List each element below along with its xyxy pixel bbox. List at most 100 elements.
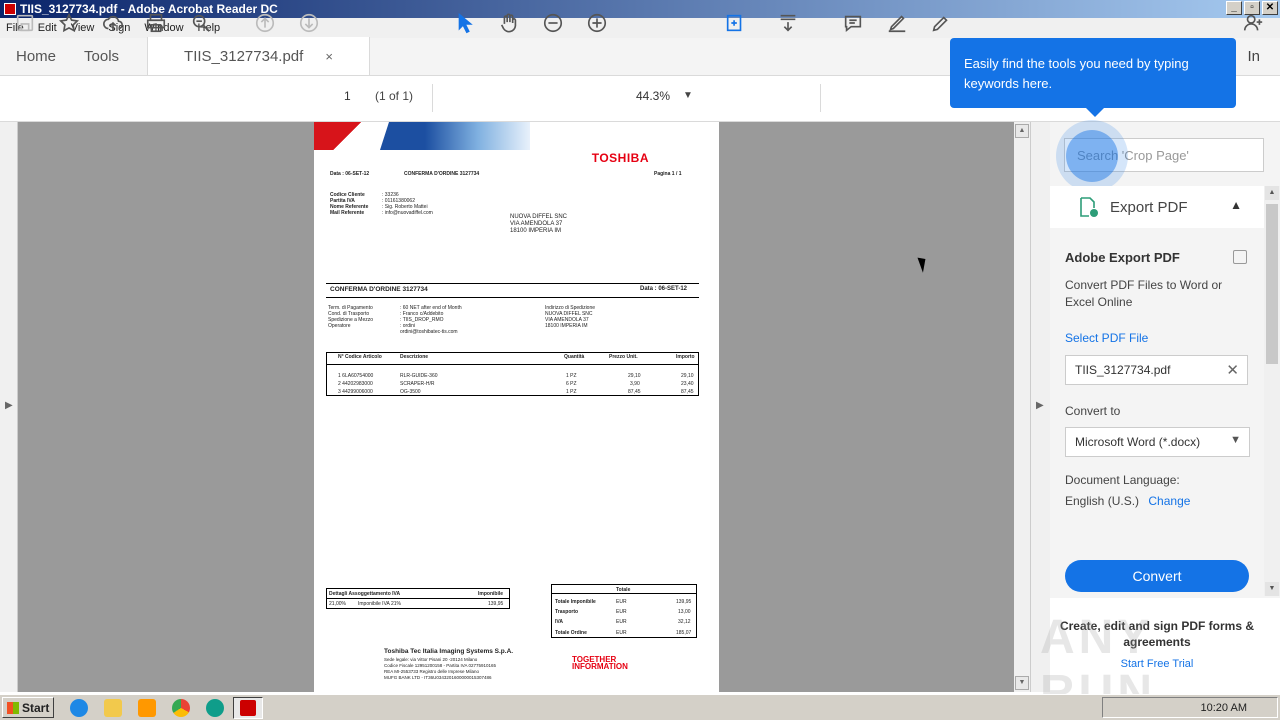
language-value: English (U.S.) bbox=[1065, 494, 1140, 508]
scroll-mode-icon[interactable] bbox=[775, 10, 801, 36]
table-cell: 3,90 bbox=[630, 381, 640, 387]
hand-tool-icon[interactable] bbox=[496, 10, 522, 36]
pdf-page: TOSHIBA Data : 06-SET-12 CONFERMA D'ORDI… bbox=[314, 122, 719, 692]
iva-cell: Imponibile IVA 21% bbox=[358, 601, 401, 607]
explorer-folder-icon[interactable] bbox=[104, 699, 122, 717]
export-description: Convert PDF Files to Word or Excel Onlin… bbox=[1065, 278, 1223, 309]
table-cell: 6 PZ bbox=[566, 381, 577, 387]
totals-cur: EUR bbox=[616, 619, 627, 625]
table-cell: 87,45 bbox=[681, 389, 694, 395]
add-user-icon[interactable] bbox=[1240, 10, 1266, 36]
select-pointer-icon[interactable] bbox=[452, 10, 478, 36]
table-cell: OG-3500 bbox=[400, 389, 421, 395]
rule bbox=[551, 593, 697, 594]
copy-icon[interactable] bbox=[1233, 250, 1247, 264]
media-player-icon[interactable] bbox=[138, 699, 156, 717]
convert-format-select[interactable]: Microsoft Word (*.docx) ▼ bbox=[1065, 427, 1250, 457]
sign-in-link[interactable]: In bbox=[1247, 48, 1260, 65]
rule bbox=[326, 297, 699, 298]
taskbar: Start 10:20 AM bbox=[0, 694, 1280, 720]
toolbar-divider bbox=[432, 84, 433, 112]
totals-value: 139,95 bbox=[676, 599, 692, 605]
page-number-input[interactable]: 1 bbox=[344, 89, 351, 103]
clear-file-icon[interactable]: ✕ bbox=[1226, 361, 1239, 379]
scroll-up-arrow[interactable]: ▲ bbox=[1015, 124, 1029, 138]
upload-cloud-icon[interactable] bbox=[100, 10, 126, 36]
collapse-right-icon[interactable]: ▶ bbox=[1036, 400, 1044, 411]
doc-page-top: Pagina 1 / 1 bbox=[654, 171, 682, 177]
change-language-link[interactable]: Change bbox=[1148, 494, 1190, 508]
document-scrollbar[interactable]: ▲ ▼ bbox=[1014, 122, 1030, 692]
doc-heading-date: Data : 06-SET-12 bbox=[640, 286, 688, 292]
client-value: : info@nuovadiffel.com bbox=[382, 210, 433, 216]
items-table bbox=[326, 352, 699, 396]
edge-icon[interactable] bbox=[206, 699, 224, 717]
menu-edit[interactable]: Edit bbox=[38, 22, 57, 34]
left-panel-toggle[interactable]: ▶ bbox=[0, 122, 18, 692]
totals-value: 13,00 bbox=[678, 609, 691, 615]
save-icon[interactable] bbox=[12, 10, 38, 36]
footer-line: REA MI-2553733 Registro delle Imprese Mi… bbox=[384, 669, 480, 674]
ie-icon[interactable] bbox=[70, 699, 88, 717]
print-icon[interactable] bbox=[143, 10, 169, 36]
scroll-down-arrow[interactable]: ▼ bbox=[1015, 676, 1029, 690]
chrome-icon[interactable] bbox=[172, 699, 190, 717]
terms-value: ordini@toshibatec-tis.com bbox=[400, 329, 458, 335]
zoom-out-icon[interactable] bbox=[540, 10, 566, 36]
doc-heading: CONFERMA D'ORDINE 3127734 bbox=[330, 286, 428, 293]
export-pdf-icon bbox=[1080, 197, 1098, 217]
panel-scrollbar[interactable]: ▲ ▼ bbox=[1264, 186, 1280, 596]
convert-button[interactable]: Convert bbox=[1065, 560, 1249, 592]
next-page-icon[interactable] bbox=[296, 10, 322, 36]
address-line: VIA AMENDOLA 37 bbox=[510, 221, 563, 227]
previous-page-icon[interactable] bbox=[252, 10, 278, 36]
tab-close-icon[interactable]: × bbox=[325, 49, 333, 64]
ship-line: 18100 IMPERIA IM bbox=[545, 323, 588, 329]
fit-page-icon[interactable] bbox=[722, 10, 748, 36]
tab-tools[interactable]: Tools bbox=[72, 37, 147, 75]
table-header: Importo bbox=[676, 354, 695, 360]
expand-left-icon[interactable]: ▶ bbox=[5, 400, 13, 411]
totals-cur: EUR bbox=[616, 630, 627, 636]
zoom-in-icon[interactable] bbox=[584, 10, 610, 36]
doc-date-top: Data : 06-SET-12 bbox=[330, 171, 370, 177]
client-label: Mail Referente bbox=[330, 210, 365, 216]
footer-line: Sede legale: via Vittor Pisani 20 -20124… bbox=[384, 657, 478, 662]
tab-document-label: TIIS_3127734.pdf bbox=[184, 47, 304, 65]
search-zoom-icon[interactable] bbox=[188, 10, 214, 36]
tab-document[interactable]: TIIS_3127734.pdf × bbox=[147, 37, 370, 75]
rule bbox=[326, 283, 699, 284]
export-pdf-label: Export PDF bbox=[1110, 198, 1188, 216]
chevron-down-icon: ▼ bbox=[1230, 434, 1241, 446]
convert-format-value: Microsoft Word (*.docx) bbox=[1075, 435, 1201, 449]
page-count: (1 of 1) bbox=[375, 89, 414, 103]
collapse-chevron-icon[interactable]: ▲ bbox=[1230, 198, 1242, 212]
table-header: Quantità bbox=[564, 354, 585, 360]
system-tray: 10:20 AM bbox=[1102, 697, 1278, 718]
zoom-level-select[interactable]: 44.3% bbox=[636, 89, 670, 103]
table-header: N° Codice Articolo bbox=[338, 354, 382, 360]
selected-file-field[interactable]: TIIS_3127734.pdf ✕ bbox=[1065, 355, 1248, 385]
table-header: Descrizione bbox=[400, 354, 429, 360]
tab-home[interactable]: Home bbox=[0, 37, 72, 75]
totals-value: 32,12 bbox=[678, 619, 691, 625]
right-panel-toggle[interactable]: ▶ bbox=[1030, 122, 1050, 692]
windows-flag-icon bbox=[7, 701, 19, 714]
acrobat-taskbar-button[interactable] bbox=[233, 697, 263, 719]
panel-scroll-down[interactable]: ▼ bbox=[1265, 582, 1279, 596]
start-button[interactable]: Start bbox=[2, 697, 54, 718]
zoom-dropdown-icon[interactable]: ▼ bbox=[683, 90, 693, 101]
bookmark-star-icon[interactable] bbox=[56, 10, 82, 36]
panel-scroll-thumb[interactable] bbox=[1266, 204, 1278, 364]
rule bbox=[326, 598, 510, 599]
panel-scroll-up[interactable]: ▲ bbox=[1265, 186, 1279, 200]
totals-label: Trasporto bbox=[555, 609, 579, 615]
select-pdf-file-link[interactable]: Select PDF File bbox=[1065, 331, 1148, 345]
comment-icon[interactable] bbox=[840, 10, 866, 36]
rule bbox=[326, 364, 699, 365]
language-row: English (U.S.) Change bbox=[1065, 494, 1190, 508]
sign-pen-icon[interactable] bbox=[928, 10, 954, 36]
export-pdf-header[interactable]: Export PDF ▲ bbox=[1050, 186, 1264, 228]
search-tools-tooltip: Easily find the tools you need by typing… bbox=[950, 38, 1236, 117]
highlight-pen-icon[interactable] bbox=[884, 10, 910, 36]
